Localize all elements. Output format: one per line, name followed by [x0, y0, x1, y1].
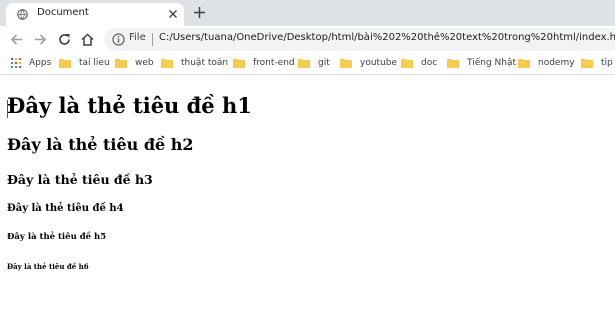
bookmark-label: git [318, 58, 330, 68]
apps-grid-icon [11, 58, 21, 68]
bookmark-label: nodemy [538, 58, 575, 68]
bookmark-item[interactable]: doc [401, 56, 437, 70]
folder-icon [161, 59, 173, 68]
heading-h1: Đây là thẻ tiêu đề h1 [7, 93, 252, 118]
close-icon[interactable] [168, 9, 178, 19]
folder-icon [298, 59, 310, 68]
bookmark-item[interactable]: tip [581, 56, 613, 70]
bookmark-item[interactable]: git [298, 56, 330, 70]
bookmark-item[interactable]: youtube [340, 56, 397, 70]
folder-icon [340, 59, 352, 68]
tab-document[interactable]: Document [6, 3, 184, 26]
bookmark-item[interactable]: tai lieu [59, 56, 110, 70]
bookmark-label: tip [601, 58, 613, 68]
bookmark-label: thuật toán [181, 58, 229, 68]
info-icon[interactable] [112, 33, 125, 46]
bookmark-item[interactable]: front-end [233, 56, 295, 70]
reload-icon[interactable] [57, 32, 72, 47]
bookmark-label: front-end [253, 58, 295, 68]
folder-icon [59, 59, 71, 68]
bookmark-label: web [135, 58, 154, 68]
bookmark-label: tai lieu [79, 58, 110, 68]
tab-strip: Document [0, 0, 615, 26]
heading-h4: Đây là thẻ tiêu đề h4 [7, 203, 124, 214]
bookmark-item[interactable]: nodemy [518, 56, 575, 70]
folder-icon [115, 59, 127, 68]
folder-icon [447, 59, 459, 68]
heading-h2: Đây là thẻ tiêu đề h2 [7, 135, 194, 154]
bookmark-item[interactable]: thuật toán [161, 56, 228, 70]
bookmark-label: Tiếng Nhật [467, 58, 517, 68]
toolbar: File C:/Users/tuana/OneDrive/Desktop/htm… [0, 26, 615, 53]
page-content: Đây là thẻ tiêu đề h1 Đây là thẻ tiêu đề… [0, 75, 615, 324]
heading-h3: Đây là thẻ tiêu đề h3 [7, 172, 153, 187]
heading-h6: Đây là thẻ tiêu đề h6 [7, 262, 89, 271]
omnibox-divider [152, 33, 153, 46]
address-bar[interactable]: File C:/Users/tuana/OneDrive/Desktop/htm… [104, 28, 615, 51]
bookmark-item[interactable]: web [115, 56, 154, 70]
home-icon[interactable] [80, 32, 95, 47]
plus-icon[interactable] [193, 6, 206, 19]
heading-h5: Đây là thẻ tiêu đề h5 [7, 232, 107, 242]
globe-icon [17, 9, 28, 20]
bookmark-label: Apps [29, 58, 52, 68]
arrow-left-icon[interactable] [9, 32, 24, 47]
bookmark-apps[interactable]: Apps [11, 56, 51, 70]
folder-icon [581, 59, 593, 68]
folder-icon [518, 59, 530, 68]
tab-title: Document [37, 7, 89, 18]
bookmark-label: doc [421, 58, 438, 68]
arrow-right-icon[interactable] [33, 32, 48, 47]
url-text[interactable]: C:/Users/tuana/OneDrive/Desktop/html/bài… [159, 32, 615, 43]
bookmark-item[interactable]: Tiếng Nhật [447, 56, 516, 70]
scheme-label: File [129, 32, 146, 43]
bookmark-label: youtube [360, 58, 398, 68]
folder-icon [401, 59, 413, 68]
folder-icon [233, 59, 245, 68]
bookmarks-bar: Apps tai lieu web thuật toán front-end g… [0, 53, 615, 75]
